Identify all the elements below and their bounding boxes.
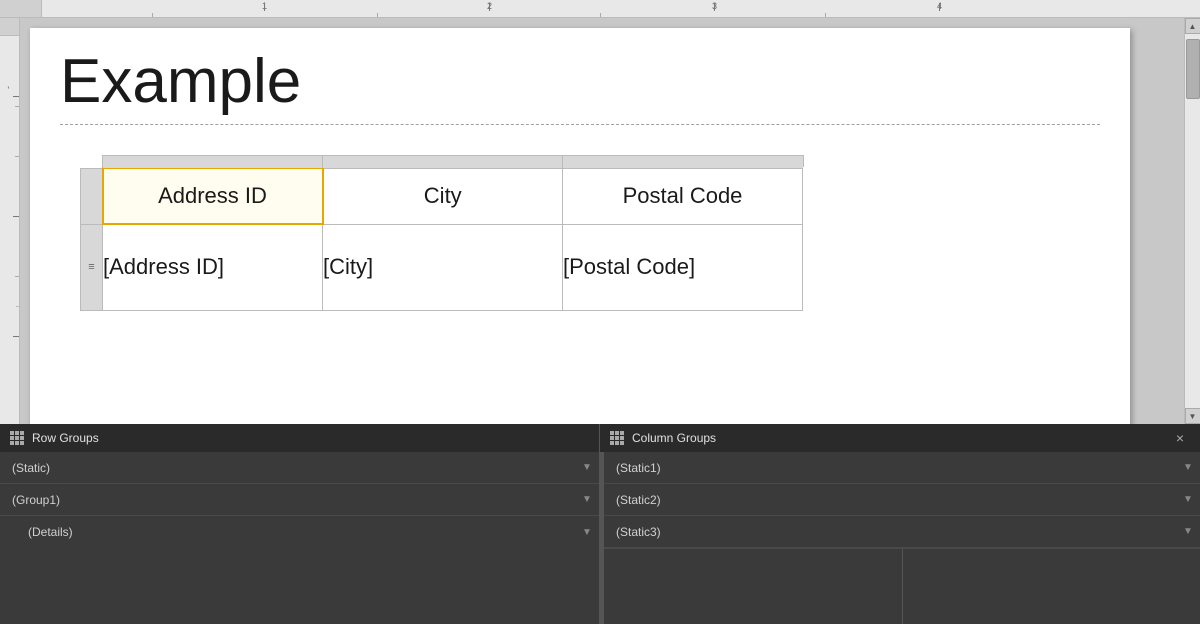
ruler-left: - xyxy=(0,18,20,424)
col-handle-1[interactable] xyxy=(103,156,323,168)
ruler-left-track: - xyxy=(0,36,19,424)
row-handle-icon: ≡ xyxy=(81,262,102,273)
ruler-left-top xyxy=(0,18,19,36)
col-group-static1-label: (Static1) xyxy=(616,461,1176,475)
panel-header-right: Column Groups × xyxy=(600,424,1200,452)
col-group-static2[interactable]: (Static2) ▼ xyxy=(604,484,1200,516)
col-handle-2[interactable] xyxy=(323,156,563,168)
col-group-static2-chevron[interactable]: ▼ xyxy=(1176,484,1200,516)
header-cell-postalcode[interactable]: Postal Code xyxy=(563,168,803,224)
row-group-static[interactable]: (Static) ▼ xyxy=(0,452,599,484)
column-groups-panel: (Static1) ▼ (Static2) ▼ (Static3) ▼ xyxy=(604,452,1200,624)
data-cell-postalcode[interactable]: [Postal Code] xyxy=(563,224,803,310)
panel-header-left: Row Groups xyxy=(0,424,600,452)
row-group-group1-label: (Group1) xyxy=(12,493,575,507)
scrollbar-right[interactable]: ▲ ▼ xyxy=(1184,18,1200,424)
report-table-wrapper: Address ID City Postal Code ≡ [Address I… xyxy=(80,155,804,311)
data-cell-city[interactable]: [City] xyxy=(323,224,563,310)
column-groups-title: Column Groups xyxy=(632,431,716,445)
header-cell-city[interactable]: City xyxy=(323,168,563,224)
row-group-details-chevron[interactable]: ▼ xyxy=(575,516,599,548)
header-cell-addressid[interactable]: Address ID xyxy=(103,168,323,224)
row-group-group1[interactable]: (Group1) ▼ xyxy=(0,484,599,516)
vertical-divider xyxy=(902,549,903,624)
page-title: Example xyxy=(60,48,1100,116)
data-cell-addressid[interactable]: [Address ID] xyxy=(103,224,323,310)
row-group-details[interactable]: (Details) ▼ xyxy=(0,516,599,548)
row-groups-panel: (Static) ▼ (Group1) ▼ (Details) ▼ xyxy=(0,452,600,624)
row-groups-icon xyxy=(10,431,24,445)
col-group-static1-chevron[interactable]: ▼ xyxy=(1176,452,1200,484)
ruler-corner xyxy=(0,0,42,18)
vscroll-track[interactable] xyxy=(1185,34,1200,408)
page: Example Address ID City Po xyxy=(30,28,1130,424)
col-handle-3[interactable] xyxy=(563,156,803,168)
ruler-track-top: 1 2 3 4 xyxy=(42,0,1200,17)
row-group-static-label: (Static) xyxy=(12,461,575,475)
col-group-static3-label: (Static3) xyxy=(616,525,1176,539)
page-divider xyxy=(60,124,1100,125)
col-group-static2-label: (Static2) xyxy=(616,493,1176,507)
vscroll-down-btn[interactable]: ▼ xyxy=(1185,408,1200,424)
column-groups-icon xyxy=(610,431,624,445)
ruler-top: 1 2 3 4 xyxy=(0,0,1200,18)
main-area: - Example xyxy=(0,18,1200,424)
col-group-static1[interactable]: (Static1) ▼ xyxy=(604,452,1200,484)
vscroll-up-btn[interactable]: ▲ xyxy=(1185,18,1200,34)
column-groups-close-btn[interactable]: × xyxy=(1170,430,1190,446)
column-handles xyxy=(102,155,804,167)
bottom-panel: Row Groups Column Groups × xyxy=(0,424,1200,624)
row-groups-title: Row Groups xyxy=(32,431,99,445)
row-group-group1-chevron[interactable]: ▼ xyxy=(575,484,599,516)
report-table: Address ID City Postal Code ≡ [Address I… xyxy=(80,167,803,311)
col-group-static3[interactable]: (Static3) ▼ xyxy=(604,516,1200,548)
vscroll-thumb[interactable] xyxy=(1186,39,1200,99)
row-handle-header[interactable] xyxy=(81,168,103,224)
row-handle-data[interactable]: ≡ xyxy=(81,224,103,310)
row-group-static-chevron[interactable]: ▼ xyxy=(575,452,599,484)
col-group-static3-chevron[interactable]: ▼ xyxy=(1176,516,1200,548)
data-row-1: ≡ [Address ID] [City] [Postal Code] xyxy=(81,224,803,310)
canvas-area: Example Address ID City Po xyxy=(20,18,1184,424)
header-row: Address ID City Postal Code xyxy=(81,168,803,224)
row-group-details-label: (Details) xyxy=(28,525,575,539)
panel-header-row: Row Groups Column Groups × xyxy=(0,424,1200,452)
panel-rows: (Static) ▼ (Group1) ▼ (Details) ▼ (Stati… xyxy=(0,452,1200,624)
